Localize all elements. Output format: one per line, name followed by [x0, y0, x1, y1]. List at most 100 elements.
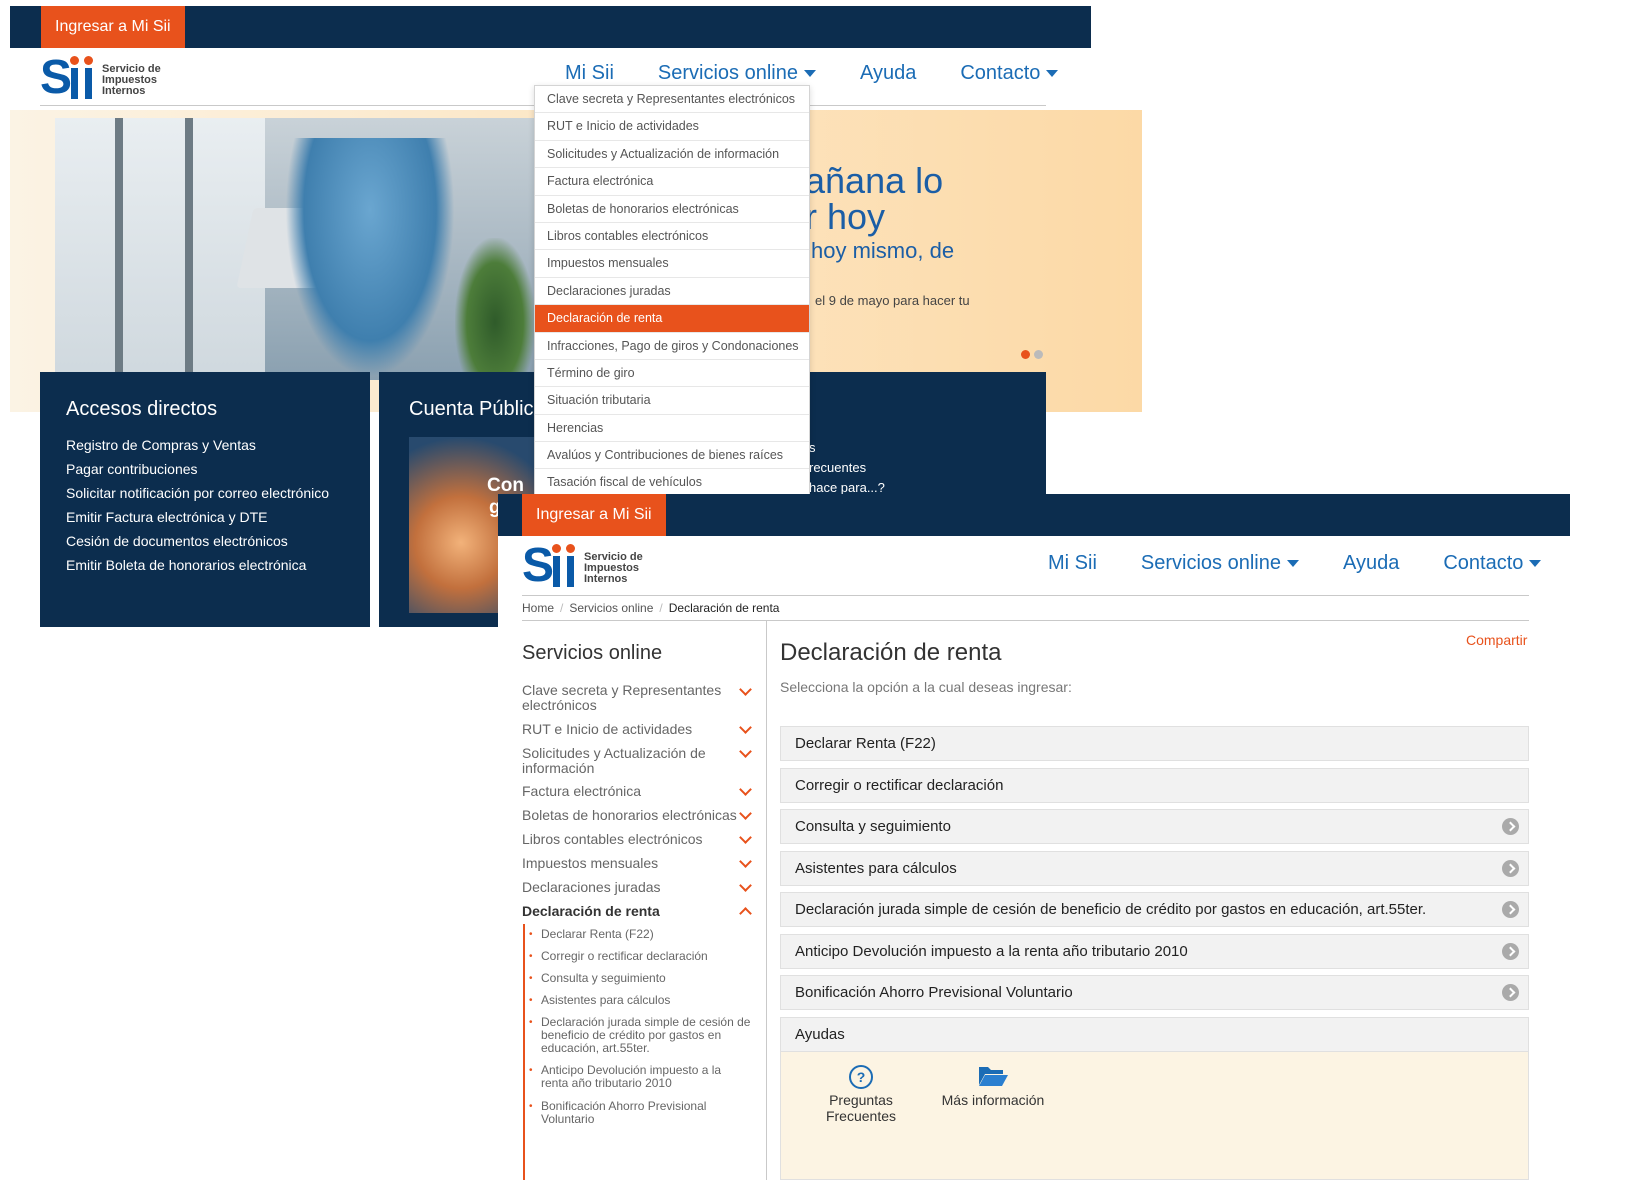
- sii-logo[interactable]: S Servicio de Impuestos Internos: [40, 54, 161, 102]
- arrow-right-circle-icon: [1502, 860, 1519, 877]
- option-row[interactable]: Anticipo Devolución impuesto a la renta …: [780, 934, 1529, 969]
- submenu-item[interactable]: Asistentes para cálculos: [529, 994, 751, 1008]
- submenu-item[interactable]: Corregir o rectificar declaración: [529, 950, 751, 964]
- ayudas-header[interactable]: Ayudas: [780, 1017, 1529, 1052]
- page-subtitle: Selecciona la opción a la cual deseas in…: [780, 679, 1072, 695]
- hero-body: el 9 de mayo para hacer tu: [815, 293, 970, 308]
- hero-headline-2: r hoy: [805, 196, 886, 237]
- nav-servicios-online[interactable]: Servicios online: [658, 62, 816, 85]
- hero-photo: [55, 118, 541, 380]
- carousel-dot-active[interactable]: [1021, 350, 1030, 359]
- option-row[interactable]: Consulta y seguimiento: [780, 809, 1529, 844]
- chevron-down-icon[interactable]: [739, 831, 752, 844]
- acceso-link[interactable]: Cesión de documentos electrónicos: [66, 533, 329, 549]
- dropdown-item-selected[interactable]: Declaración de renta: [535, 305, 809, 333]
- submenu-item[interactable]: Bonificación Ahorro Previsional Voluntar…: [529, 1100, 741, 1126]
- option-label: Corregir o rectificar declaración: [795, 777, 1004, 794]
- dropdown-item[interactable]: Impuestos mensuales: [535, 250, 809, 278]
- breadcrumb-current: Declaración de renta: [668, 601, 780, 615]
- header-divider: [522, 595, 1529, 596]
- chevron-down-icon[interactable]: [739, 683, 752, 696]
- dropdown-item[interactable]: Libros contables electrónicos: [535, 223, 809, 251]
- arrow-right-circle-icon: [1502, 943, 1519, 960]
- screenshot-declaracion-renta: Ingresar a Mi Sii S Servicio de Impuesto…: [498, 494, 1570, 1180]
- acceso-link[interactable]: Solicitar notificación por correo electr…: [66, 485, 329, 501]
- dropdown-item[interactable]: Declaraciones juradas: [535, 278, 809, 306]
- sii-logo[interactable]: S Servicio de Impuestos Internos: [522, 542, 643, 590]
- dropdown-item[interactable]: Avalúos y Contribuciones de bienes raíce…: [535, 442, 809, 470]
- page-title: Declaración de renta: [780, 639, 1002, 666]
- dropdown-item[interactable]: Herencias: [535, 415, 809, 443]
- breadcrumb-separator: /: [659, 601, 663, 615]
- sidebar-item[interactable]: Declaraciones juradas: [522, 880, 732, 895]
- nav-servicios-online[interactable]: Servicios online: [1141, 552, 1299, 575]
- share-link[interactable]: Compartir: [1466, 632, 1527, 648]
- dropdown-item[interactable]: Boletas de honorarios electrónicas: [535, 196, 809, 223]
- nav-contacto[interactable]: Contacto: [960, 62, 1059, 85]
- submenu-item[interactable]: Consulta y seguimiento: [529, 972, 751, 986]
- sidebar-item[interactable]: Factura electrónica: [522, 784, 732, 799]
- option-row[interactable]: Corregir o rectificar declaración: [780, 768, 1529, 803]
- dropdown-item[interactable]: Factura electrónica: [535, 168, 809, 196]
- chevron-down-icon[interactable]: [739, 783, 752, 796]
- sidebar-item[interactable]: Clave secreta y Representantes electróni…: [522, 683, 722, 713]
- more-info-link[interactable]: Más información: [933, 1064, 1053, 1108]
- breadcrumb-divider: [522, 620, 1529, 621]
- chevron-down-icon[interactable]: [739, 807, 752, 820]
- chevron-up-icon[interactable]: [739, 907, 752, 920]
- faq-link[interactable]: ? Preguntas Frecuentes: [821, 1064, 901, 1124]
- nav-contacto[interactable]: Contacto: [1443, 552, 1542, 575]
- nav-ayuda[interactable]: Ayuda: [1343, 552, 1399, 575]
- option-label: Asistentes para cálculos: [795, 860, 957, 877]
- chevron-down-icon[interactable]: [739, 745, 752, 758]
- breadcrumb-servicios[interactable]: Servicios online: [569, 601, 653, 615]
- breadcrumb-home[interactable]: Home: [522, 601, 554, 615]
- option-row[interactable]: Bonificación Ahorro Previsional Voluntar…: [780, 975, 1529, 1010]
- dropdown-item[interactable]: Clave secreta y Representantes electróni…: [535, 86, 809, 114]
- dropdown-item[interactable]: Infracciones, Pago de giros y Condonacio…: [535, 333, 809, 360]
- option-row[interactable]: Declarar Renta (F22): [780, 726, 1529, 761]
- arrow-right-circle-icon: [1502, 901, 1519, 918]
- login-button[interactable]: Ingresar a Mi Sii: [41, 6, 185, 48]
- sidebar-item[interactable]: Libros contables electrónicos: [522, 832, 732, 847]
- submenu-item[interactable]: Declarar Renta (F22): [529, 928, 751, 942]
- sidebar-item-active[interactable]: Declaración de renta: [522, 904, 732, 919]
- carousel-dot[interactable]: [1034, 350, 1043, 359]
- acceso-link[interactable]: Emitir Factura electrónica y DTE: [66, 509, 329, 525]
- right-panel-link-1[interactable]: recuentes: [809, 458, 885, 478]
- login-button[interactable]: Ingresar a Mi Sii: [522, 494, 666, 536]
- carousel-dots[interactable]: [1021, 350, 1043, 359]
- arrow-right-circle-icon: [1502, 984, 1519, 1001]
- nav-contacto-label: Contacto: [1443, 552, 1524, 574]
- chevron-down-icon[interactable]: [739, 855, 752, 868]
- sidebar-item[interactable]: Boletas de honorarios electrónicas: [522, 808, 737, 823]
- dropdown-item[interactable]: Término de giro: [535, 360, 809, 388]
- accesos-list: Registro de Compras y Ventas Pagar contr…: [66, 437, 329, 581]
- main-nav: Mi Sii Servicios online Ayuda Contacto: [565, 62, 1102, 85]
- chevron-down-icon[interactable]: [739, 721, 752, 734]
- dropdown-item[interactable]: Situación tributaria: [535, 387, 809, 415]
- svg-text:?: ?: [857, 1069, 866, 1085]
- acceso-link[interactable]: Emitir Boleta de honorarios electrónica: [66, 557, 329, 573]
- nav-mi-sii[interactable]: Mi Sii: [565, 62, 614, 85]
- acceso-link[interactable]: Pagar contribuciones: [66, 461, 329, 477]
- acceso-link[interactable]: Registro de Compras y Ventas: [66, 437, 329, 453]
- option-row[interactable]: Declaración jurada simple de cesión de b…: [780, 892, 1529, 927]
- dropdown-item[interactable]: Solicitudes y Actualización de informaci…: [535, 141, 809, 169]
- submenu-item[interactable]: Anticipo Devolución impuesto a la renta …: [529, 1064, 751, 1090]
- dropdown-item[interactable]: RUT e Inicio de actividades: [535, 113, 809, 141]
- hero-subheadline: hoy mismo, de: [811, 238, 955, 263]
- faq-label-2: Frecuentes: [825, 1108, 897, 1124]
- sidebar-item[interactable]: Solicitudes y Actualización de informaci…: [522, 746, 722, 776]
- nav-mi-sii[interactable]: Mi Sii: [1048, 552, 1097, 575]
- caret-down-icon: [1046, 70, 1059, 78]
- dropdown-item[interactable]: Tasación fiscal de vehículos: [535, 469, 809, 494]
- sidebar-item[interactable]: RUT e Inicio de actividades: [522, 722, 722, 737]
- submenu-item[interactable]: Declaración jurada simple de cesión de b…: [529, 1016, 751, 1055]
- chevron-down-icon[interactable]: [739, 879, 752, 892]
- nav-ayuda[interactable]: Ayuda: [860, 62, 916, 85]
- option-row[interactable]: Asistentes para cálculos: [780, 851, 1529, 886]
- sidebar-item[interactable]: Impuestos mensuales: [522, 856, 732, 871]
- accesos-directos-title: Accesos directos: [66, 398, 218, 420]
- right-panel-line-1: s: [809, 440, 816, 455]
